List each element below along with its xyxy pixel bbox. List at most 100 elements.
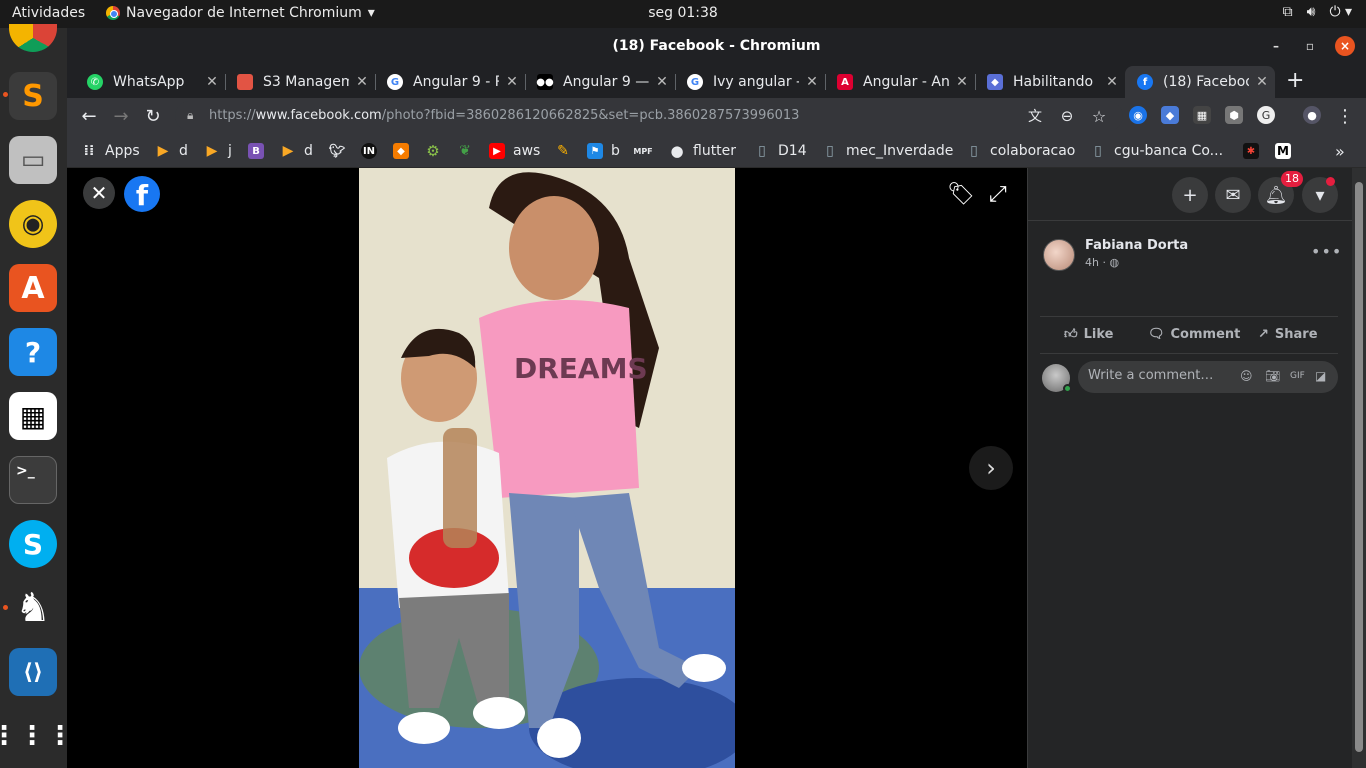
extension-icon[interactable]: ◉	[1129, 106, 1147, 124]
close-viewer-button[interactable]: ✕	[83, 177, 115, 209]
scrollbar[interactable]	[1352, 168, 1366, 768]
post-time[interactable]: 4h	[1085, 256, 1099, 269]
close-window-icon[interactable]: ×	[1335, 36, 1355, 56]
close-tab-icon[interactable]: ✕	[199, 74, 225, 90]
bookmark-d[interactable]: ▶ d	[155, 142, 188, 160]
close-tab-icon[interactable]: ✕	[799, 74, 825, 90]
close-tab-icon[interactable]: ✕	[949, 74, 975, 90]
bookmark-aws[interactable]: ▶ aws	[489, 142, 540, 160]
tab-whatsapp[interactable]: ✆ WhatsApp ✕	[75, 66, 226, 98]
zoom-icon[interactable]: ⊖	[1055, 104, 1079, 128]
create-button[interactable]: +	[1172, 177, 1208, 213]
more-bookmarks-icon[interactable]: »	[1335, 142, 1345, 161]
app-menu[interactable]: Navegador de Internet Chromium ▾	[106, 5, 375, 21]
show-apps-icon[interactable]: ⋮⋮⋮	[0, 712, 73, 760]
software-center-icon[interactable]: A	[9, 264, 57, 312]
translate-icon[interactable]: 文	[1023, 104, 1047, 128]
like-button[interactable]: 👍︎ Like	[1064, 327, 1113, 342]
bookmark-mpf[interactable]: MPF	[633, 142, 659, 160]
close-tab-icon[interactable]: ✕	[649, 74, 675, 90]
network-icon[interactable]: ⧉	[1283, 4, 1293, 20]
bookmark-gear[interactable]: ⚙	[425, 142, 449, 160]
more-options-icon[interactable]: •••	[1311, 242, 1342, 261]
gif-icon[interactable]: GIF	[1290, 371, 1305, 381]
bookmark-flutter[interactable]: ● flutter	[669, 142, 736, 160]
author-name[interactable]: Fabiana Dorta	[1085, 238, 1188, 253]
bookmark-leaf[interactable]: ❦	[457, 142, 481, 160]
tag-icon[interactable]: 🏷︎	[947, 182, 975, 207]
extension-icon[interactable]: G	[1257, 106, 1275, 124]
extension-icon[interactable]: ⬢	[1225, 106, 1243, 124]
tab-angular-docs[interactable]: A Angular - An ✕	[825, 66, 976, 98]
qr-code-icon[interactable]: ▦	[9, 392, 57, 440]
bookmark-d14[interactable]: ▯ D14	[754, 142, 806, 160]
scrollbar-thumb[interactable]	[1355, 182, 1363, 752]
terminal-icon[interactable]: >_	[9, 456, 57, 504]
bird-icon: 🐦︎	[328, 143, 346, 159]
comment-input[interactable]	[1088, 368, 1228, 383]
lock-icon[interactable]: 🔒︎	[187, 108, 193, 123]
forward-icon[interactable]: →	[109, 104, 133, 128]
maximize-icon[interactable]: ▫	[1300, 36, 1320, 56]
tab-ivy-angular[interactable]: G Ivy angular - ✕	[675, 66, 826, 98]
bookmark-bird[interactable]: 🐦︎	[329, 142, 353, 160]
tab-angular9-google[interactable]: G Angular 9 - P ✕	[375, 66, 526, 98]
tab-angular9-medium[interactable]: ●● Angular 9 — ✕	[525, 66, 676, 98]
bookmark-joomla[interactable]: ✱	[1243, 142, 1267, 160]
help-icon[interactable]: ?	[9, 328, 57, 376]
power-icon[interactable]: ⏻ ▾	[1329, 4, 1352, 20]
extension-icon[interactable]: ◆	[1161, 106, 1179, 124]
volume-icon[interactable]: 🔊︎	[1307, 4, 1316, 20]
minimize-icon[interactable]: –	[1266, 36, 1286, 56]
profile-avatar[interactable]: ●	[1303, 106, 1321, 124]
extension-icon[interactable]: ▦	[1193, 106, 1211, 124]
bookmark-medium[interactable]: M	[1275, 142, 1299, 160]
chess-knight-icon[interactable]: ♞	[9, 584, 57, 632]
share-button[interactable]: ↗ Share	[1258, 327, 1318, 342]
facebook-logo[interactable]: f	[124, 176, 160, 212]
close-tab-icon[interactable]: ✕	[349, 74, 375, 90]
bookmark-bootstrap[interactable]: B	[248, 142, 272, 160]
chromium-dock-icon[interactable]	[9, 24, 57, 52]
bookmark-apps[interactable]: ⁞⁞ Apps	[81, 142, 140, 160]
bookmark-j[interactable]: ▶ j	[204, 142, 232, 160]
bookmark-pen[interactable]: ✎	[555, 142, 579, 160]
bookmark-cgu-banca[interactable]: ▯ cgu-banca Co...	[1090, 142, 1223, 160]
camera-icon[interactable]: 📷︎	[1265, 369, 1280, 383]
bookmark-colaboracao[interactable]: ▯ colaboracao	[966, 142, 1075, 160]
sublime-text-icon[interactable]: S	[9, 72, 57, 120]
tab-s3-management[interactable]: S3 Managem ✕	[225, 66, 376, 98]
skype-icon[interactable]: S	[9, 520, 57, 568]
close-tab-icon[interactable]: ✕	[1249, 74, 1275, 90]
sticker-icon[interactable]: ◪	[1315, 369, 1326, 383]
messenger-icon[interactable]: ✉	[1215, 177, 1251, 213]
menu-icon[interactable]: ⋮	[1333, 104, 1357, 128]
url-text[interactable]: https://www.facebook.com/photo?fbid=3860…	[209, 108, 799, 123]
back-icon[interactable]: ←	[77, 104, 101, 128]
bookmark-b[interactable]: ⚑ b	[587, 142, 620, 160]
fullscreen-icon[interactable]: ⤢	[989, 182, 1007, 207]
bookmark-d2[interactable]: ▶ d	[280, 142, 313, 160]
close-tab-icon[interactable]: ✕	[1099, 74, 1125, 90]
vscode-icon[interactable]: ⟨⟩	[9, 648, 57, 696]
reload-icon[interactable]: ↻	[141, 104, 165, 128]
system-tray[interactable]: ⧉ 🔊︎ ⏻ ▾	[1283, 4, 1352, 20]
tab-habilitando[interactable]: ◆ Habilitando ✕	[975, 66, 1125, 98]
bookmark-mec-inverdade[interactable]: ▯ mec_Inverdade	[822, 142, 953, 160]
comment-box[interactable]: ☺ 📷︎ GIF ◪	[1078, 361, 1338, 393]
bookmark-in[interactable]: IN	[361, 142, 385, 160]
next-photo-button[interactable]: ›	[969, 446, 1013, 490]
tab-facebook[interactable]: f (18) Faceboo ✕	[1125, 66, 1275, 98]
new-tab-button[interactable]: +	[1286, 68, 1304, 93]
comment-button[interactable]: 🗨︎ Comment	[1148, 327, 1240, 342]
bookmark-box[interactable]: ◆	[393, 142, 417, 160]
close-tab-icon[interactable]: ✕	[499, 74, 525, 90]
author-avatar[interactable]	[1043, 239, 1075, 271]
clock[interactable]: seg 01:38	[648, 5, 718, 21]
emoji-icon[interactable]: ☺	[1240, 369, 1253, 383]
files-icon[interactable]: ▭	[9, 136, 57, 184]
address-bar[interactable]: 🔒︎ https://www.facebook.com/photo?fbid=3…	[175, 101, 1123, 131]
bookmark-star-icon[interactable]: ☆	[1087, 104, 1111, 128]
rhythmbox-icon[interactable]: ◉	[9, 200, 57, 248]
activities-button[interactable]: Atividades	[12, 5, 85, 21]
